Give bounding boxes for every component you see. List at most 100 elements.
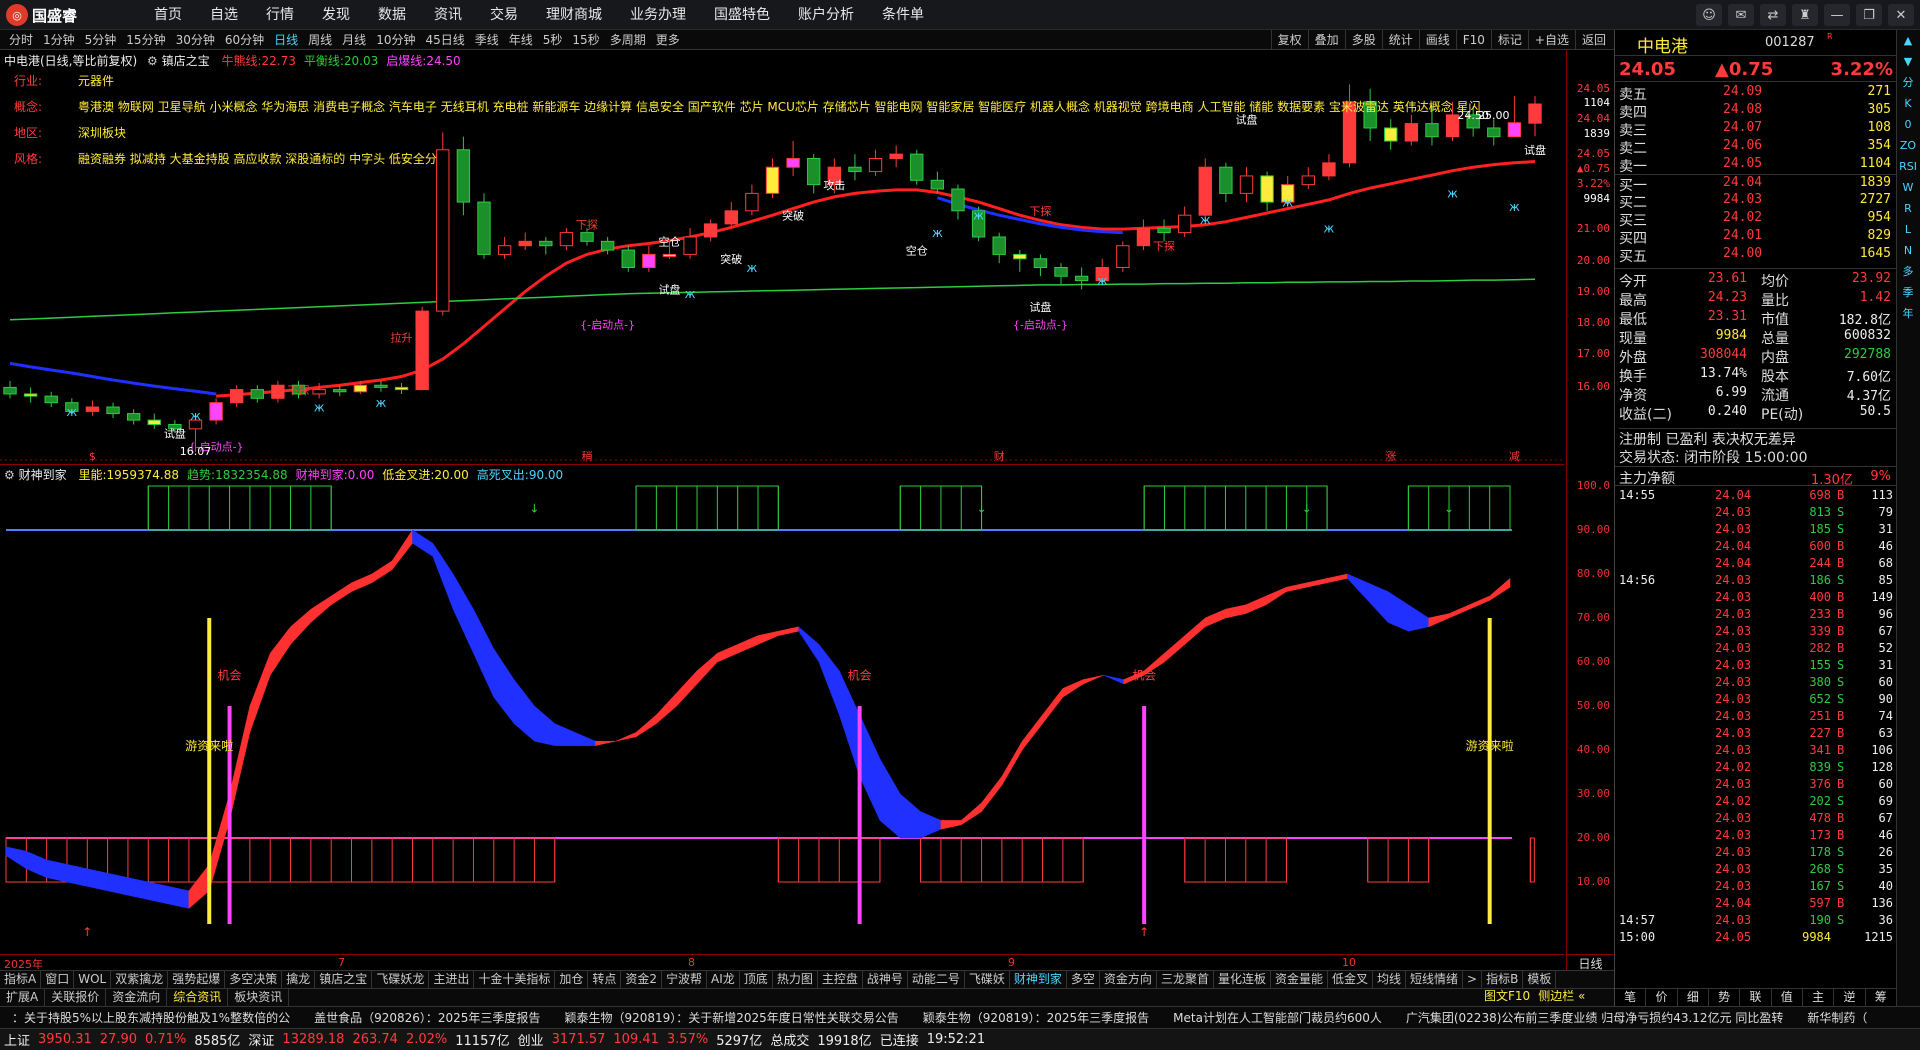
- menu-item[interactable]: 发现: [308, 0, 364, 30]
- rail-button[interactable]: N: [1897, 241, 1919, 261]
- bottom-tab[interactable]: 板块资讯: [228, 989, 290, 1006]
- indicator-tab[interactable]: 飞碟妖: [965, 971, 1010, 988]
- ask-row[interactable]: 卖二 24.06 354: [1615, 138, 1897, 157]
- f10-link[interactable]: 图文F10: [1480, 988, 1534, 1006]
- quote-tab[interactable]: 势: [1709, 989, 1741, 1006]
- menu-item[interactable]: 条件单: [868, 0, 938, 30]
- indicator-tab[interactable]: 多空决策: [225, 971, 283, 988]
- bid-row[interactable]: 买一 24.04 1839: [1615, 174, 1897, 194]
- indicator-tab[interactable]: 资金2: [621, 971, 663, 988]
- indicator-tab[interactable]: 热力图: [773, 971, 818, 988]
- period-tab[interactable]: 60分钟: [220, 30, 269, 50]
- event-marker[interactable]: 涨: [1385, 450, 1396, 463]
- sidebar-toggle[interactable]: 侧边栏 «: [1534, 988, 1589, 1006]
- chart-tool-button[interactable]: +自选: [1527, 30, 1575, 50]
- rail-button[interactable]: RSI: [1897, 157, 1919, 177]
- bid-row[interactable]: 买二 24.03 2727: [1615, 192, 1897, 211]
- rail-button[interactable]: 0: [1897, 115, 1919, 135]
- rail-button[interactable]: L: [1897, 220, 1919, 240]
- quote-tab[interactable]: 逆: [1834, 989, 1866, 1006]
- menu-item[interactable]: 资讯: [420, 0, 476, 30]
- period-tab[interactable]: 更多: [651, 30, 685, 50]
- period-tab[interactable]: 5秒: [538, 30, 568, 50]
- chart-tool-button[interactable]: 叠加: [1307, 30, 1345, 50]
- down-icon[interactable]: ▼: [1897, 52, 1919, 72]
- period-tab[interactable]: 分时: [4, 30, 38, 50]
- chart-tool-button[interactable]: F10: [1455, 30, 1491, 50]
- quote-tab[interactable]: 主: [1803, 989, 1835, 1006]
- period-tab[interactable]: 年线: [504, 30, 538, 50]
- news-item[interactable]: 新华制药（: [1795, 1007, 1879, 1028]
- rail-button[interactable]: K: [1897, 94, 1919, 114]
- restore-icon[interactable]: ❐: [1856, 4, 1882, 26]
- ask-row[interactable]: 卖五 24.09 271: [1615, 84, 1897, 103]
- indicator-tab[interactable]: 镇店之宝: [315, 971, 373, 988]
- menu-item[interactable]: 业务办理: [616, 0, 700, 30]
- indicator-tab[interactable]: 加仓: [555, 971, 589, 988]
- indicator-tab[interactable]: 窗口: [41, 971, 75, 988]
- quote-tab[interactable]: 筹: [1866, 989, 1897, 1006]
- ask-row[interactable]: 卖一 24.05 1104: [1615, 156, 1897, 175]
- indicator-gear-icon[interactable]: ⚙: [4, 468, 15, 482]
- period-tab[interactable]: 周线: [303, 30, 337, 50]
- mail-icon[interactable]: ✉: [1728, 4, 1754, 26]
- quote-tab[interactable]: 价: [1646, 989, 1678, 1006]
- news-item[interactable]: 广汽集团(02238)公布前三季度业绩 归母净亏损约43.12亿元 同比盈转: [1394, 1007, 1796, 1028]
- quote-tab[interactable]: 值: [1772, 989, 1803, 1006]
- indicator-tab[interactable]: 短线情绪: [1406, 971, 1464, 988]
- ask-row[interactable]: 卖四 24.08 305: [1615, 102, 1897, 121]
- bottom-tab[interactable]: 扩展A: [0, 989, 46, 1006]
- bottom-tab[interactable]: 综合资讯: [167, 989, 229, 1006]
- event-marker[interactable]: 稍: [582, 449, 593, 463]
- indicator-tab[interactable]: WOL: [74, 971, 112, 988]
- indicator-tab[interactable]: 强势起爆: [168, 971, 226, 988]
- indicator-tab[interactable]: AI龙: [707, 971, 740, 988]
- menu-item[interactable]: 首页: [140, 0, 196, 30]
- bottom-tab[interactable]: 资金流向: [106, 989, 168, 1006]
- indicator-tab[interactable]: 低金叉: [1328, 971, 1373, 988]
- period-tab[interactable]: 15分钟: [121, 30, 170, 50]
- news-item[interactable]: 颖泰生物（920819）：2025年三季度报告: [911, 1007, 1161, 1028]
- indicator-tab[interactable]: 资金方向: [1100, 971, 1157, 988]
- rail-button[interactable]: 年: [1897, 304, 1919, 324]
- indicator-tab[interactable]: 指标B: [1482, 971, 1524, 988]
- indicator-tab[interactable]: 财神到家: [1010, 971, 1067, 988]
- rail-button[interactable]: 多: [1897, 262, 1919, 282]
- period-tab[interactable]: 日线: [269, 30, 303, 50]
- news-item[interactable]: ：关于持股5%以上股东减持股份触及1%整数倍的公: [0, 1007, 302, 1028]
- period-tab[interactable]: 5分钟: [80, 30, 122, 50]
- period-tab[interactable]: 月线: [337, 30, 371, 50]
- indicator-tab[interactable]: 模板: [1523, 971, 1557, 988]
- period-tab[interactable]: 多周期: [605, 30, 651, 50]
- ask-row[interactable]: 卖三 24.07 108: [1615, 120, 1897, 139]
- indicator-tab[interactable]: 双紫擒龙: [111, 971, 169, 988]
- chart-tool-button[interactable]: 复权: [1270, 30, 1308, 50]
- shirt-icon[interactable]: ♜: [1792, 4, 1818, 26]
- period-tab[interactable]: 季线: [470, 30, 504, 50]
- indicator-tab[interactable]: 主进出: [429, 971, 475, 988]
- indicator-tab[interactable]: 三龙聚首: [1157, 971, 1214, 988]
- indicator-tab[interactable]: 主控盘: [818, 971, 863, 988]
- event-marker[interactable]: $: [89, 450, 96, 463]
- menu-item[interactable]: 国盛特色: [700, 0, 784, 30]
- indicator-chart[interactable]: 机会 机会 机会 游资来啦 游资来啦 ↓ ↓ ↓ ↓ ↑ ↑ ⚙ 财神到家 里能:1959374.8…: [0, 466, 1564, 954]
- kline-chart[interactable]: 下探 下探 下探 下探 拉升 空仓 空仓 试盘 试盘 试盘 试盘 试盘 突破 突破 攻击 {-启动点-} {-启…: [0, 50, 1564, 465]
- indicator-tab[interactable]: 战神号: [863, 971, 908, 988]
- indicator-tab[interactable]: >: [1463, 971, 1483, 988]
- indicator-tab[interactable]: 量化连板: [1214, 971, 1271, 988]
- indicator-tab[interactable]: 转点: [588, 971, 622, 988]
- indicator-tab[interactable]: 十金十美指标: [474, 971, 556, 988]
- period-tab[interactable]: 15秒: [567, 30, 604, 50]
- period-tab[interactable]: 10分钟: [371, 30, 420, 50]
- indicator-gear-icon[interactable]: ⚙: [147, 54, 158, 68]
- rail-button[interactable]: ZO: [1897, 136, 1919, 156]
- indicator-tab[interactable]: 宁波帮: [662, 971, 708, 988]
- indicator-tab[interactable]: 资金量能: [1271, 971, 1328, 988]
- bid-row[interactable]: 买四 24.01 829: [1615, 228, 1897, 247]
- chart-tool-button[interactable]: 返回: [1574, 30, 1612, 50]
- up-icon[interactable]: ▲: [1897, 31, 1919, 51]
- menu-item[interactable]: 理财商城: [532, 0, 616, 30]
- rail-button[interactable]: 分: [1897, 73, 1919, 93]
- chart-tool-button[interactable]: 统计: [1381, 30, 1419, 50]
- indicator-tab[interactable]: 擒龙: [282, 971, 316, 988]
